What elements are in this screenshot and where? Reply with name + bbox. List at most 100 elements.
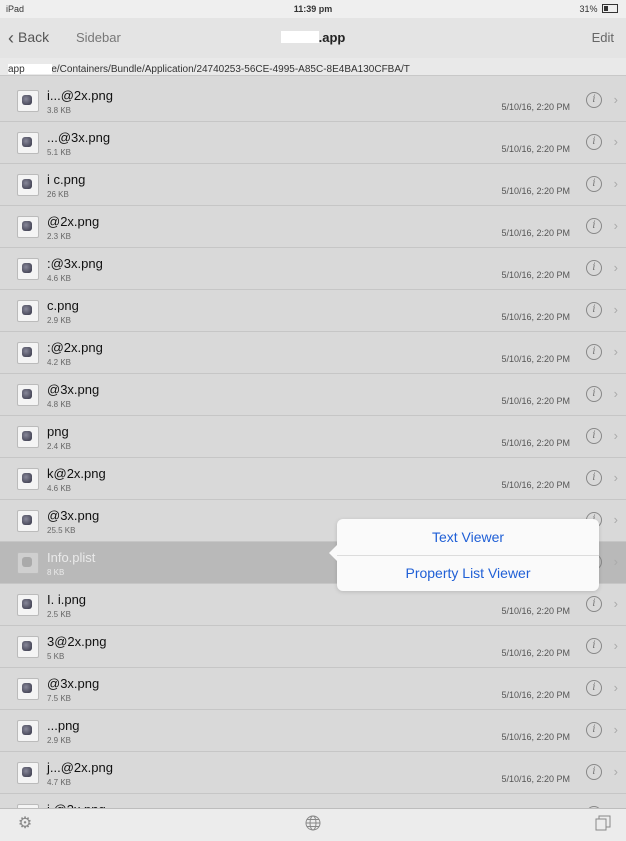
file-date: 5/10/16, 2:20 PM xyxy=(501,690,570,700)
file-name: j...@2x.png xyxy=(47,760,113,775)
file-name: :@3x.png xyxy=(47,256,103,271)
page-title: .app xyxy=(0,30,626,45)
file-row[interactable]: @2x.png 2.3 KB 5/10/16, 2:20 PM i › xyxy=(0,206,626,248)
file-row[interactable]: ...png 2.9 KB 5/10/16, 2:20 PM i › xyxy=(0,710,626,752)
chevron-right-icon: › xyxy=(613,470,618,485)
file-size: 4.6 KB xyxy=(47,484,72,493)
file-thumbnail-icon xyxy=(17,216,39,238)
file-thumbnail-icon xyxy=(17,762,39,784)
chevron-right-icon: › xyxy=(613,764,618,779)
file-row[interactable]: :@2x.png 4.2 KB 5/10/16, 2:20 PM i › xyxy=(0,332,626,374)
file-row[interactable]: 3@2x.png 5 KB 5/10/16, 2:20 PM i › xyxy=(0,626,626,668)
chevron-right-icon: › xyxy=(613,260,618,275)
chevron-right-icon: › xyxy=(613,638,618,653)
info-icon[interactable]: i xyxy=(586,134,602,150)
battery-indicator: 31% xyxy=(579,4,618,14)
info-icon[interactable]: i xyxy=(586,302,602,318)
file-name: i c.png xyxy=(47,172,86,187)
file-size: 4.6 KB xyxy=(47,274,72,283)
info-icon[interactable]: i xyxy=(586,176,602,192)
chevron-right-icon: › xyxy=(613,512,618,527)
info-icon[interactable]: i xyxy=(586,218,602,234)
chevron-right-icon: › xyxy=(613,428,618,443)
file-thumbnail-icon xyxy=(17,678,39,700)
chevron-right-icon: › xyxy=(613,176,618,191)
file-date: 5/10/16, 2:20 PM xyxy=(501,354,570,364)
file-row[interactable]: png 2.4 KB 5/10/16, 2:20 PM i › xyxy=(0,416,626,458)
battery-percent: 31% xyxy=(579,4,598,14)
file-thumbnail-icon xyxy=(17,636,39,658)
file-size: 2.3 KB xyxy=(47,232,72,241)
info-icon[interactable]: i xyxy=(586,386,602,402)
chevron-right-icon: › xyxy=(613,92,618,107)
info-icon[interactable]: i xyxy=(586,680,602,696)
file-name: i...@2x.png xyxy=(47,88,113,103)
pages-icon[interactable] xyxy=(594,815,612,833)
chevron-right-icon: › xyxy=(613,302,618,317)
info-icon[interactable]: i xyxy=(586,764,602,780)
file-name: 3@2x.png xyxy=(47,634,107,649)
info-icon[interactable]: i xyxy=(586,260,602,276)
file-size: 4.2 KB xyxy=(47,358,72,367)
file-name: ...@3x.png xyxy=(47,130,111,145)
gear-icon[interactable]: ⚙ xyxy=(16,815,34,833)
info-icon[interactable]: i xyxy=(586,92,602,108)
redaction xyxy=(280,31,319,43)
navigation-bar: ‹ Back Sidebar .app Edit xyxy=(0,18,626,59)
file-size: 2.4 KB xyxy=(47,442,72,451)
file-size: 2.9 KB xyxy=(47,316,72,325)
file-row[interactable]: :@3x.png 4.6 KB 5/10/16, 2:20 PM i › xyxy=(0,248,626,290)
file-row[interactable]: c.png 2.9 KB 5/10/16, 2:20 PM i › xyxy=(0,290,626,332)
file-size: 8 KB xyxy=(47,568,65,577)
file-size: 4.7 KB xyxy=(47,778,72,787)
info-icon[interactable]: i xyxy=(586,596,602,612)
file-thumbnail-icon xyxy=(17,426,39,448)
file-size: 3.8 KB xyxy=(47,106,72,115)
file-size: 25.5 KB xyxy=(47,526,76,535)
file-name: Info.plist xyxy=(47,550,96,565)
file-thumbnail-icon xyxy=(17,174,39,196)
info-icon[interactable]: i xyxy=(586,428,602,444)
file-name: @3x.png xyxy=(47,676,100,691)
file-date: 5/10/16, 2:20 PM xyxy=(501,774,570,784)
file-row[interactable]: ...@3x.png 5.1 KB 5/10/16, 2:20 PM i › xyxy=(0,122,626,164)
file-row[interactable]: @3x.png 4.8 KB 5/10/16, 2:20 PM i › xyxy=(0,374,626,416)
file-thumbnail-icon xyxy=(17,552,39,574)
file-thumbnail-icon xyxy=(17,720,39,742)
file-thumbnail-icon xyxy=(17,300,39,322)
text-viewer-option[interactable]: Text Viewer xyxy=(337,519,599,556)
globe-icon[interactable] xyxy=(304,815,322,833)
file-row[interactable]: j...@2x.png 4.7 KB 5/10/16, 2:20 PM i › xyxy=(0,752,626,794)
file-size: 26 KB xyxy=(47,190,69,199)
info-icon[interactable]: i xyxy=(586,722,602,738)
info-icon[interactable]: i xyxy=(586,344,602,360)
file-name: @3x.png xyxy=(47,508,100,523)
file-name: @2x.png xyxy=(47,214,100,229)
file-name: c.png xyxy=(47,298,79,313)
file-size: 5 KB xyxy=(47,652,65,661)
chevron-right-icon: › xyxy=(613,722,618,737)
chevron-right-icon: › xyxy=(613,554,618,569)
file-date: 5/10/16, 2:20 PM xyxy=(501,270,570,280)
property-list-viewer-option[interactable]: Property List Viewer xyxy=(337,555,599,591)
file-date: 5/10/16, 2:20 PM xyxy=(501,606,570,616)
file-size: 7.5 KB xyxy=(47,694,72,703)
info-icon[interactable]: i xyxy=(586,638,602,654)
file-row[interactable]: @3x.png 7.5 KB 5/10/16, 2:20 PM i › xyxy=(0,668,626,710)
title-text: .app xyxy=(318,30,346,45)
file-thumbnail-icon xyxy=(17,258,39,280)
chevron-right-icon: › xyxy=(613,680,618,695)
file-thumbnail-icon xyxy=(17,342,39,364)
file-row[interactable]: i c.png 26 KB 5/10/16, 2:20 PM i › xyxy=(0,164,626,206)
file-size: 5.1 KB xyxy=(47,148,72,157)
file-row[interactable]: i...@2x.png 3.8 KB 5/10/16, 2:20 PM i › xyxy=(0,80,626,122)
edit-button[interactable]: Edit xyxy=(592,30,614,45)
info-icon[interactable]: i xyxy=(586,470,602,486)
file-thumbnail-icon xyxy=(17,594,39,616)
file-row[interactable]: k@2x.png 4.6 KB 5/10/16, 2:20 PM i › xyxy=(0,458,626,500)
file-thumbnail-icon xyxy=(17,90,39,112)
file-date: 5/10/16, 2:20 PM xyxy=(501,312,570,322)
path-suffix: app xyxy=(8,64,25,75)
chevron-right-icon: › xyxy=(613,596,618,611)
battery-icon xyxy=(602,4,618,13)
